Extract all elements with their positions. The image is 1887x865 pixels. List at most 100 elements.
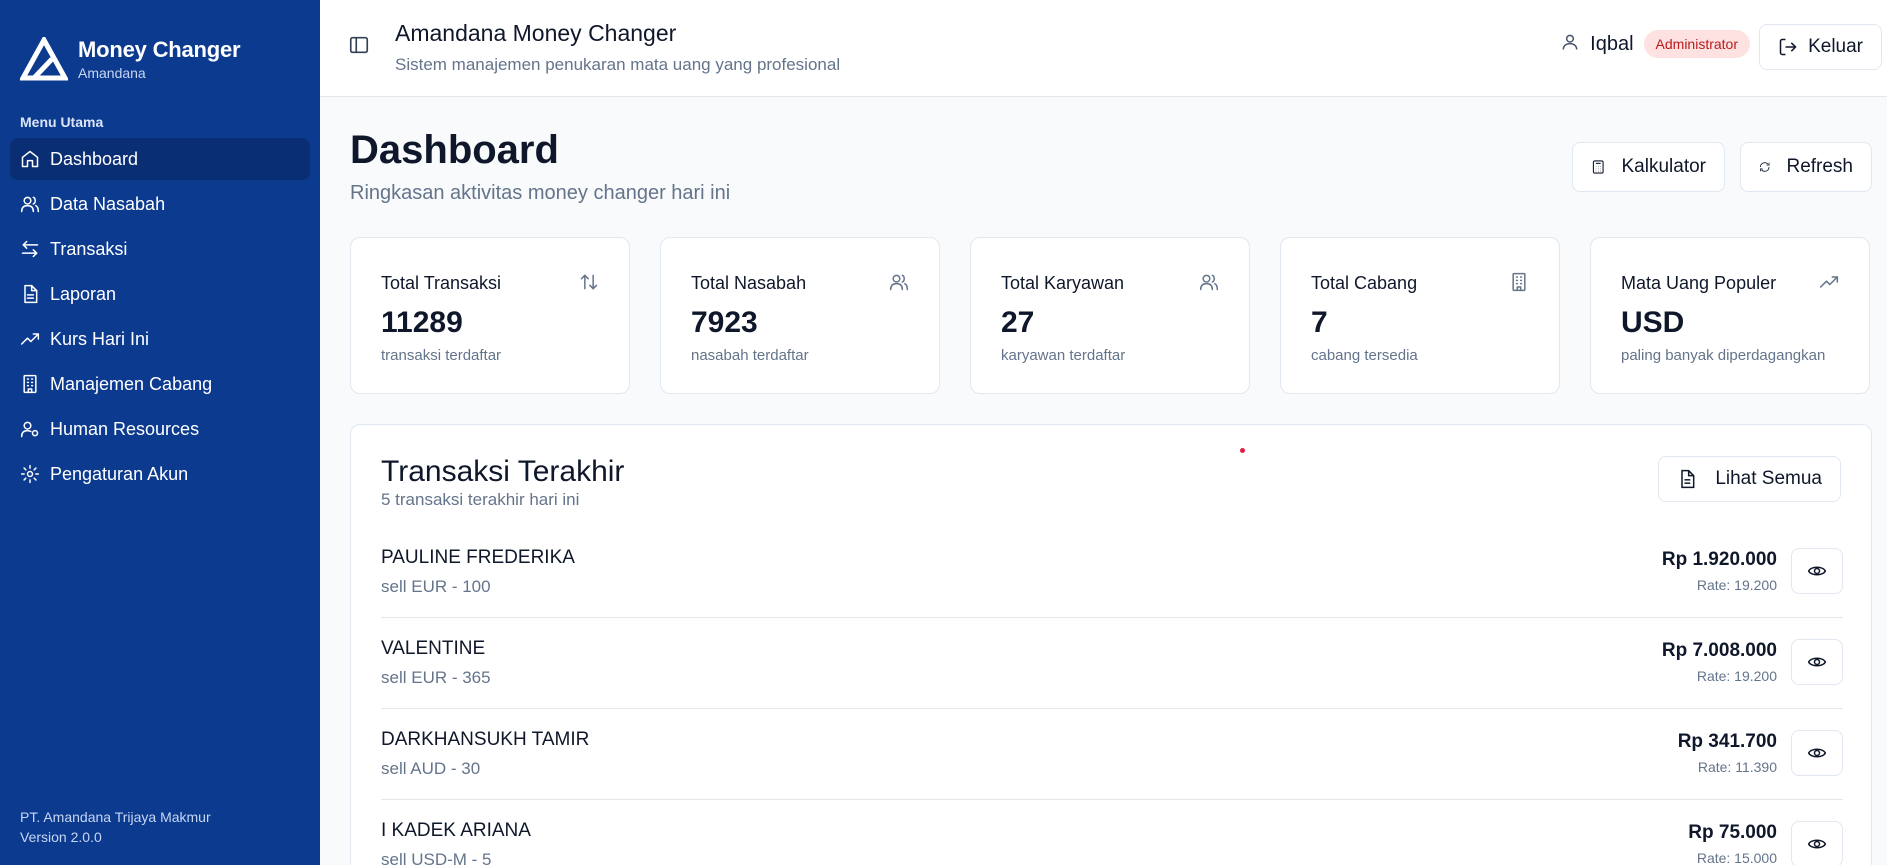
user-cog-icon bbox=[20, 419, 40, 439]
stat-value: 7 bbox=[1311, 306, 1328, 339]
transaction-amount: Rp 75.000 bbox=[1688, 822, 1777, 843]
users-icon bbox=[1199, 272, 1219, 297]
file-icon bbox=[20, 284, 40, 304]
stat-sub: paling banyak diperdagangkan bbox=[1621, 347, 1826, 364]
view-transaction-button[interactable] bbox=[1791, 639, 1843, 685]
stat-label: Total Nasabah bbox=[691, 273, 807, 293]
stat-value: 7923 bbox=[691, 306, 758, 339]
stat-card-total-nasabah: Total Nasabah 7923 nasabah terdaftar bbox=[660, 237, 940, 394]
transaction-row: DARKHANSUKH TAMIR sell AUD - 30 Rp 341.7… bbox=[381, 709, 1843, 800]
recent-transactions-panel: Transaksi Terakhir 5 transaksi terakhir … bbox=[350, 424, 1872, 865]
stat-card-total-transaksi: Total Transaksi 11289 transaksi terdafta… bbox=[350, 237, 630, 394]
eye-icon bbox=[1807, 748, 1827, 758]
stats-cards: Total Transaksi 11289 transaksi terdafta… bbox=[350, 237, 1870, 394]
sidebar-item-laporan[interactable]: Laporan bbox=[10, 273, 310, 315]
transaction-row: PAULINE FREDERIKA sell EUR - 100 Rp 1.92… bbox=[381, 527, 1843, 618]
sidebar-footer: PT. Amandana Trijaya Makmur Version 2.0.… bbox=[20, 807, 211, 847]
home-icon bbox=[20, 149, 40, 169]
refresh-icon bbox=[1760, 162, 1770, 172]
brand-subtitle: Amandana bbox=[78, 65, 146, 81]
logout-label: Keluar bbox=[1808, 36, 1863, 57]
transaction-detail: sell EUR - 365 bbox=[381, 668, 491, 687]
transaction-rate: Rate: 11.390 bbox=[1697, 759, 1777, 775]
eye-icon bbox=[1807, 566, 1827, 576]
sidebar-item-transaksi[interactable]: Transaksi bbox=[10, 228, 310, 270]
customer-name: DARKHANSUKH TAMIR bbox=[381, 729, 590, 750]
logout-button[interactable]: Keluar bbox=[1759, 24, 1882, 70]
sidebar-item-human-resources[interactable]: Human Resources bbox=[10, 408, 310, 450]
file-icon bbox=[1681, 469, 1695, 489]
cursor-dot bbox=[1240, 448, 1245, 453]
stat-card-total-cabang: Total Cabang 7 cabang tersedia bbox=[1280, 237, 1560, 394]
stat-card-total-karyawan: Total Karyawan 27 karyawan terdaftar bbox=[970, 237, 1250, 394]
users-icon bbox=[889, 272, 909, 297]
role-badge: Administrator bbox=[1643, 30, 1750, 58]
sidebar-item-label: Data Nasabah bbox=[50, 193, 166, 214]
sidebar-item-label: Dashboard bbox=[50, 148, 139, 169]
page-title: Dashboard bbox=[350, 128, 559, 172]
transaction-row: VALENTINE sell EUR - 365 Rp 7.008.000 Ra… bbox=[381, 618, 1843, 709]
view-transaction-button[interactable] bbox=[1791, 548, 1843, 594]
brand-title: Money Changer bbox=[78, 37, 241, 62]
stat-card-mata-uang-populer: Mata Uang Populer USD paling banyak dipe… bbox=[1590, 237, 1870, 394]
sidebar-item-label: Pengaturan Akun bbox=[50, 463, 189, 484]
header-title: Amandana Money Changer bbox=[395, 20, 677, 46]
calculator-button[interactable]: Kalkulator bbox=[1572, 142, 1725, 192]
logo-icon bbox=[20, 37, 68, 81]
view-all-label: Lihat Semua bbox=[1715, 468, 1822, 489]
trending-up-icon bbox=[1819, 272, 1839, 297]
recent-transactions-subtitle: 5 transaksi terakhir hari ini bbox=[381, 490, 580, 509]
user-info: Iqbal Administrator bbox=[1560, 30, 1750, 58]
menu-heading: Menu Utama bbox=[20, 114, 104, 130]
view-transaction-button[interactable] bbox=[1791, 821, 1843, 865]
transaction-amount: Rp 1.920.000 bbox=[1661, 549, 1777, 570]
sidebar-toggle-icon[interactable] bbox=[348, 34, 370, 56]
customer-name: I KADEK ARIANA bbox=[381, 820, 531, 841]
sidebar-item-data-nasabah[interactable]: Data Nasabah bbox=[10, 183, 310, 225]
calculator-icon bbox=[1592, 160, 1604, 174]
transaction-amount: Rp 7.008.000 bbox=[1661, 640, 1777, 661]
header-subtitle: Sistem manajemen penukaran mata uang yan… bbox=[395, 55, 841, 74]
sidebar-item-label: Human Resources bbox=[50, 418, 200, 439]
customer-name: PAULINE FREDERIKA bbox=[381, 547, 575, 568]
view-transaction-button[interactable] bbox=[1791, 730, 1843, 776]
footer-company: PT. Amandana Trijaya Makmur bbox=[20, 809, 211, 825]
transaction-detail: sell USD-M - 5 bbox=[381, 850, 492, 865]
gear-icon bbox=[20, 464, 40, 484]
users-icon bbox=[20, 194, 40, 214]
sidebar-item-label: Transaksi bbox=[50, 238, 128, 259]
sidebar-item-label: Laporan bbox=[50, 283, 117, 304]
stat-label: Total Karyawan bbox=[1001, 273, 1125, 293]
brand[interactable]: Money Changer Amandana bbox=[0, 0, 320, 96]
stat-label: Total Transaksi bbox=[381, 273, 502, 293]
recent-transactions-title: Transaksi Terakhir bbox=[381, 455, 625, 488]
stat-label: Mata Uang Populer bbox=[1621, 273, 1777, 293]
sidebar-item-manajemen-cabang[interactable]: Manajemen Cabang bbox=[10, 363, 310, 405]
sidebar-item-label: Manajemen Cabang bbox=[50, 373, 213, 394]
building-icon bbox=[20, 374, 40, 394]
stat-value: USD bbox=[1621, 306, 1685, 339]
refresh-button[interactable]: Refresh bbox=[1740, 142, 1872, 192]
transaction-detail: sell EUR - 100 bbox=[381, 577, 491, 596]
user-icon bbox=[1560, 32, 1580, 57]
stat-sub: karyawan terdaftar bbox=[1001, 347, 1126, 364]
stat-sub: cabang tersedia bbox=[1311, 347, 1418, 364]
stat-sub: transaksi terdaftar bbox=[381, 347, 502, 364]
stat-value: 11289 bbox=[381, 306, 463, 339]
sidebar-item-pengaturan-akun[interactable]: Pengaturan Akun bbox=[10, 453, 310, 495]
view-all-button[interactable]: Lihat Semua bbox=[1658, 456, 1841, 502]
arrows-left-right-icon bbox=[20, 239, 40, 259]
transaction-detail: sell AUD - 30 bbox=[381, 759, 481, 778]
stat-label: Total Cabang bbox=[1311, 273, 1418, 293]
sidebar-item-dashboard[interactable]: Dashboard bbox=[10, 138, 310, 180]
top-header: Amandana Money Changer Sistem manajemen … bbox=[320, 0, 1887, 97]
eye-icon bbox=[1807, 657, 1827, 667]
sidebar: Money Changer Amandana Menu Utama Dashbo… bbox=[0, 0, 320, 865]
eye-icon bbox=[1807, 839, 1827, 849]
sidebar-item-label: Kurs Hari Ini bbox=[50, 328, 150, 349]
trending-up-icon bbox=[20, 329, 40, 349]
sidebar-item-kurs-hari-ini[interactable]: Kurs Hari Ini bbox=[10, 318, 310, 360]
transaction-rate: Rate: 19.200 bbox=[1696, 668, 1777, 684]
arrow-up-down-icon bbox=[579, 272, 599, 297]
stat-value: 27 bbox=[1001, 306, 1035, 339]
